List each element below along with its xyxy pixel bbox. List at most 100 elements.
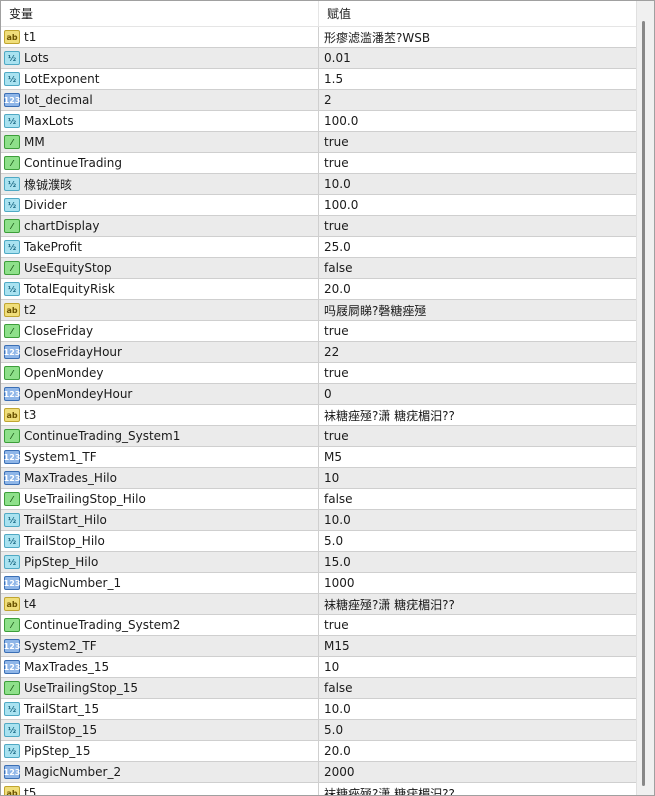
variable-name: UseEquityStop (24, 261, 112, 275)
table-row[interactable]: ab t1 形瘳滤滥潘苤?WSB (1, 27, 637, 48)
boolean-type-icon: ⁄ (4, 135, 20, 149)
value-cell[interactable]: 22 (319, 345, 339, 359)
table-row[interactable]: 123 MaxTrades_Hilo 10 (1, 468, 637, 489)
table-row[interactable]: ⁄ UseEquityStop false (1, 258, 637, 279)
table-row[interactable]: ⁄ ContinueTrading_System1 true (1, 426, 637, 447)
integer-type-icon: 123 (4, 576, 20, 590)
value-cell[interactable]: 袜糖痤殛?潇 糖疣楣汨?? (319, 407, 455, 424)
table-row[interactable]: ½ MaxLots 100.0 (1, 111, 637, 132)
variable-cell: ab t2 (1, 300, 319, 320)
value-cell[interactable]: true (319, 135, 349, 149)
value-cell[interactable]: 袜糖痤殛?潇 糖疣楣汨?? (319, 785, 455, 796)
value-cell[interactable]: 0.01 (319, 51, 351, 65)
table-row[interactable]: ⁄ UseTrailingStop_15 false (1, 678, 637, 699)
value-cell[interactable]: 10.0 (319, 702, 351, 716)
table-row[interactable]: ½ TrailStart_15 10.0 (1, 699, 637, 720)
value-cell[interactable]: 吗屐屙睇?磬糖痤殛 (319, 302, 426, 319)
variable-cell: ⁄ OpenMondey (1, 363, 319, 383)
column-header-value[interactable]: 赋值 (319, 1, 351, 26)
double-type-icon: ½ (4, 282, 20, 296)
table-row[interactable]: ½ TrailStart_Hilo 10.0 (1, 510, 637, 531)
table-row[interactable]: ab t5 袜糖痤殛?潇 糖疣楣汨?? (1, 783, 637, 796)
integer-type-icon: 123 (4, 93, 20, 107)
value-cell[interactable]: 0 (319, 387, 332, 401)
table-row[interactable]: ⁄ ContinueTrading_System2 true (1, 615, 637, 636)
value-cell[interactable]: true (319, 156, 349, 170)
table-row[interactable]: ab t4 袜糖痤殛?潇 糖疣楣汨?? (1, 594, 637, 615)
table-row[interactable]: ⁄ UseTrailingStop_Hilo false (1, 489, 637, 510)
table-row[interactable]: ½ TakeProfit 25.0 (1, 237, 637, 258)
table-row[interactable]: ⁄ OpenMondey true (1, 363, 637, 384)
value-cell[interactable]: 袜糖痤殛?潇 糖疣楣汨?? (319, 596, 455, 613)
variable-name: t2 (24, 303, 37, 317)
table-body: ab t1 形瘳滤滥潘苤?WSB ½ Lots 0.01 ½ LotExponent 1.5 12… (1, 27, 637, 796)
column-header-variable[interactable]: 变量 (1, 1, 319, 26)
value-cell[interactable]: 25.0 (319, 240, 351, 254)
value-cell[interactable]: true (319, 429, 349, 443)
value-cell[interactable]: 1.5 (319, 72, 343, 86)
value-cell[interactable]: 10.0 (319, 513, 351, 527)
variable-cell: ½ 橡铖濮晐 (1, 174, 319, 194)
table-row[interactable]: ⁄ chartDisplay true (1, 216, 637, 237)
value-cell[interactable]: M5 (319, 450, 342, 464)
table-row[interactable]: ab t2 吗屐屙睇?磬糖痤殛 (1, 300, 637, 321)
value-cell[interactable]: true (319, 618, 349, 632)
table-row[interactable]: ½ TrailStop_Hilo 5.0 (1, 531, 637, 552)
table-row[interactable]: ½ Lots 0.01 (1, 48, 637, 69)
table-row[interactable]: 123 CloseFridayHour 22 (1, 342, 637, 363)
value-cell[interactable]: 形瘳滤滥潘苤?WSB (319, 29, 430, 46)
integer-type-icon: 123 (4, 450, 20, 464)
double-type-icon: ½ (4, 72, 20, 86)
table-row[interactable]: 123 System1_TF M5 (1, 447, 637, 468)
value-cell[interactable]: 15.0 (319, 555, 351, 569)
value-cell[interactable]: true (319, 219, 349, 233)
variable-name: t5 (24, 786, 37, 796)
table-row[interactable]: 123 System2_TF M15 (1, 636, 637, 657)
table-row[interactable]: 123 MagicNumber_2 2000 (1, 762, 637, 783)
variable-name: LotExponent (24, 72, 100, 86)
scrollbar-thumb[interactable] (642, 21, 645, 786)
value-cell[interactable]: 5.0 (319, 534, 343, 548)
table-row[interactable]: 123 OpenMondeyHour 0 (1, 384, 637, 405)
table-row[interactable]: 123 MaxTrades_15 10 (1, 657, 637, 678)
value-cell[interactable]: 10 (319, 660, 339, 674)
value-cell[interactable]: 5.0 (319, 723, 343, 737)
value-cell[interactable]: 10.0 (319, 177, 351, 191)
table-row[interactable]: ½ PipStep_15 20.0 (1, 741, 637, 762)
table-row[interactable]: ½ TrailStop_15 5.0 (1, 720, 637, 741)
variable-cell: ½ MaxLots (1, 111, 319, 131)
vertical-scrollbar[interactable] (636, 1, 654, 795)
table-row[interactable]: ⁄ CloseFriday true (1, 321, 637, 342)
table-row[interactable]: ½ LotExponent 1.5 (1, 69, 637, 90)
double-type-icon: ½ (4, 51, 20, 65)
table-row[interactable]: ½ TotalEquityRisk 20.0 (1, 279, 637, 300)
variable-cell: ½ TrailStop_15 (1, 720, 319, 740)
value-cell[interactable]: 20.0 (319, 282, 351, 296)
table-row[interactable]: ½ 橡铖濮晐 10.0 (1, 174, 637, 195)
variable-cell: ⁄ ContinueTrading_System2 (1, 615, 319, 635)
table-row[interactable]: ⁄ MM true (1, 132, 637, 153)
value-cell[interactable]: 10 (319, 471, 339, 485)
value-cell[interactable]: 2000 (319, 765, 355, 779)
variable-cell: ½ PipStep_Hilo (1, 552, 319, 572)
variable-name: ContinueTrading_System2 (24, 618, 181, 632)
value-cell[interactable]: false (319, 261, 353, 275)
table-row[interactable]: ½ PipStep_Hilo 15.0 (1, 552, 637, 573)
table-row[interactable]: ab t3 袜糖痤殛?潇 糖疣楣汨?? (1, 405, 637, 426)
value-cell[interactable]: false (319, 681, 353, 695)
value-cell[interactable]: 2 (319, 93, 332, 107)
string-type-icon: ab (4, 30, 20, 44)
table-row[interactable]: ½ Divider 100.0 (1, 195, 637, 216)
table-row[interactable]: 123 lot_decimal 2 (1, 90, 637, 111)
value-cell[interactable]: true (319, 324, 349, 338)
value-cell[interactable]: 100.0 (319, 114, 358, 128)
value-cell[interactable]: false (319, 492, 353, 506)
table-row[interactable]: ⁄ ContinueTrading true (1, 153, 637, 174)
table-row[interactable]: 123 MagicNumber_1 1000 (1, 573, 637, 594)
value-cell[interactable]: true (319, 366, 349, 380)
value-cell[interactable]: 1000 (319, 576, 355, 590)
value-cell[interactable]: M15 (319, 639, 350, 653)
value-cell[interactable]: 20.0 (319, 744, 351, 758)
value-cell[interactable]: 100.0 (319, 198, 358, 212)
variable-cell: 123 lot_decimal (1, 90, 319, 110)
